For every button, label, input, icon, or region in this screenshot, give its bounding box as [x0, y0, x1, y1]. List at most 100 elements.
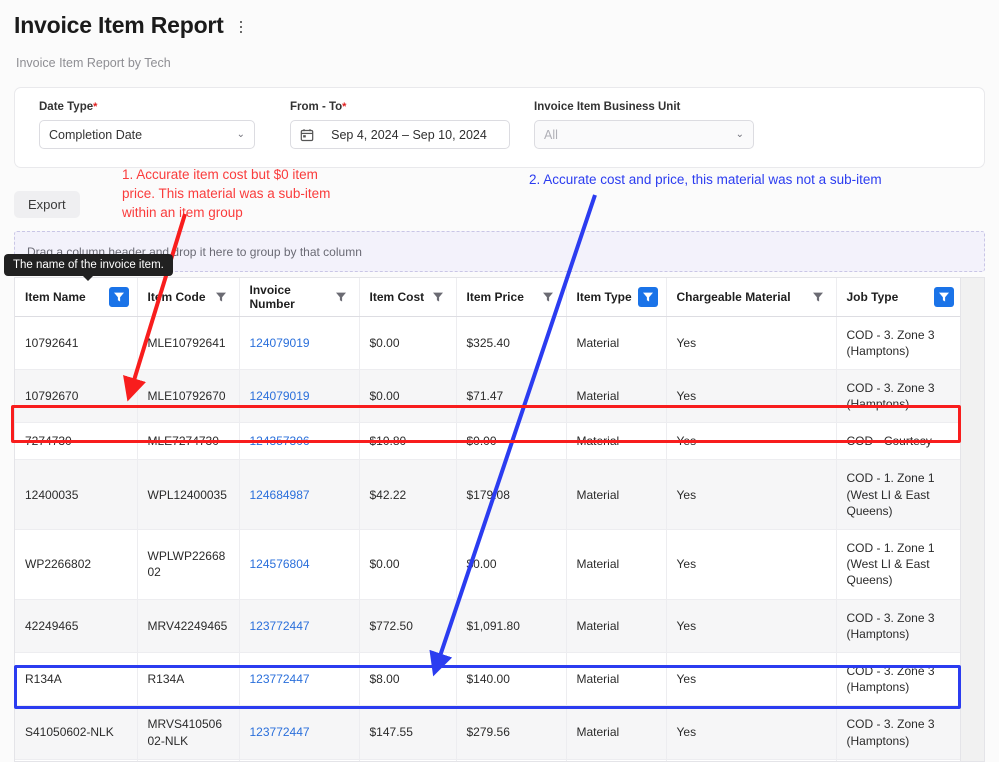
cell-item-code: WPLWP2266802 [137, 529, 240, 600]
from-to-label: From - To* [290, 101, 510, 113]
grid-header-cell[interactable]: Invoice Number [239, 278, 360, 317]
invoice-number-link[interactable]: 124079019 [250, 389, 310, 403]
page-header: Invoice Item Report Invoice Item Report … [0, 0, 999, 70]
table-row[interactable]: 10792641 MLE10792641 124079019 $0.00 $325.40… [15, 316, 963, 370]
page-subtitle: Invoice Item Report by Tech [16, 56, 171, 70]
grid-header-label: Job Type [846, 289, 899, 304]
title-row: Invoice Item Report [14, 12, 999, 39]
cell-item-cost: $0.00 [359, 316, 457, 370]
field-date-type: Date Type* Completion Date ⌄ [39, 101, 255, 149]
grid-header-cell[interactable]: Item Name [15, 278, 138, 317]
cell-item-name: 7274730 [15, 422, 138, 461]
cell-item-code: WPL12400035 [137, 459, 240, 530]
table-row[interactable]: 12400035 WPL12400035 124684987 $42.22 $179.0… [15, 459, 963, 530]
date-type-label: Date Type* [39, 101, 255, 113]
calendar-icon [300, 128, 314, 141]
cell-chargeable-material: Yes [666, 459, 837, 530]
table-row[interactable]: 10792670 MLE10792670 124079019 $0.00 $71.47 M… [15, 369, 963, 424]
cell-item-price: $140.00 [456, 652, 567, 707]
table-row[interactable]: WP2266802 WPLWP2266802 124576804 $0.00 $0.00… [15, 529, 963, 600]
grid-header-cell[interactable]: Item Code [137, 278, 240, 317]
date-range-value: Sep 4, 2024 – Sep 10, 2024 [331, 127, 487, 142]
cell-chargeable-material: Yes [666, 369, 837, 424]
grid-header-row: Item Name Item Code Invoice Number Item Cos… [15, 278, 963, 317]
cell-item-cost: $42.22 [359, 459, 457, 530]
cell-job-type: COD - 1. Zone 1 (West LI & East Queens) [836, 459, 963, 530]
table-row[interactable]: R134A R134A 123772447 $8.00 $140.00 Material Y… [15, 652, 963, 707]
column-filter-icon[interactable] [428, 287, 448, 307]
required-asterisk: * [93, 101, 98, 113]
table-row[interactable]: 42249465 MRV42249465 123772447 $772.50 $1,09… [15, 599, 963, 653]
grid-header-label: Item Price [466, 289, 524, 304]
column-tooltip-text: The name of the invoice item. [13, 259, 164, 271]
cell-item-code: R134A [137, 652, 240, 707]
cell-item-type: Material [566, 599, 667, 653]
cell-item-type: Material [566, 529, 667, 600]
cell-item-price: $279.56 [456, 705, 567, 760]
invoice-number-link[interactable]: 124357306 [250, 434, 310, 448]
column-filter-icon[interactable] [211, 287, 231, 307]
column-filter-icon[interactable] [538, 287, 558, 307]
invoice-number-link[interactable]: 124684987 [250, 488, 310, 502]
grid-body: 10792641 MLE10792641 124079019 $0.00 $325.40… [15, 316, 963, 761]
date-range-picker[interactable]: Sep 4, 2024 – Sep 10, 2024 [290, 120, 510, 149]
cell-invoice-number: 124576804 [239, 529, 360, 600]
cell-item-name: 10792641 [15, 316, 138, 370]
column-filter-icon[interactable] [808, 287, 828, 307]
grid-header-label: Chargeable Material [676, 289, 791, 304]
grid-header-cell[interactable]: Item Price [456, 278, 567, 317]
column-filter-icon[interactable] [108, 286, 129, 307]
cell-invoice-number: 123772447 [239, 705, 360, 760]
column-filter-icon[interactable] [933, 286, 954, 307]
cell-chargeable-material: Yes [666, 599, 837, 653]
cell-item-type: Material [566, 316, 667, 370]
date-type-label-text: Date Type [39, 101, 94, 113]
cell-invoice-number: 124079019 [239, 316, 360, 370]
field-from-to: From - To* Sep 4, 2024 – Sep 10, 2024 [290, 101, 510, 149]
grid-header-label: Item Code [147, 289, 206, 304]
cell-item-type: Material [566, 369, 667, 424]
vertical-scrollbar[interactable] [960, 278, 984, 761]
cell-item-code: MLE10792670 [137, 369, 240, 424]
table-row[interactable]: 7274730 MLE7274730 124357306 $10.80 $0.00 Mat… [15, 422, 963, 461]
business-unit-label-text: Invoice Item Business Unit [534, 101, 681, 113]
grid-header-cell[interactable]: Job Type [836, 278, 963, 317]
chevron-down-icon: ⌄ [735, 128, 744, 140]
from-to-label-text: From - To [290, 101, 343, 113]
column-filter-icon[interactable] [637, 286, 658, 307]
field-business-unit: Invoice Item Business Unit All ⌄ [534, 101, 754, 149]
cell-job-type: COD - Courtesy [836, 422, 963, 461]
invoice-number-link[interactable]: 123772447 [250, 619, 310, 633]
cell-item-name: S41050602-NLK [15, 705, 138, 760]
invoice-number-link[interactable]: 123772447 [250, 725, 310, 739]
cell-item-name: WP2266802 [15, 529, 138, 600]
cell-item-name: R134A [15, 652, 138, 707]
invoice-number-link[interactable]: 124576804 [250, 557, 310, 571]
cell-item-cost: $10.80 [359, 422, 457, 461]
grid-header-label: Item Cost [369, 289, 425, 304]
cell-chargeable-material: Yes [666, 705, 837, 760]
grid-header-cell[interactable]: Item Type [566, 278, 667, 317]
invoice-number-link[interactable]: 124079019 [250, 336, 310, 350]
date-type-value: Completion Date [49, 127, 143, 142]
date-type-select[interactable]: Completion Date ⌄ [39, 120, 255, 149]
export-button[interactable]: Export [14, 191, 80, 218]
grid-header-cell[interactable]: Item Cost [359, 278, 457, 317]
filter-card: Date Type* Completion Date ⌄ From - To* … [14, 87, 985, 168]
cell-item-name: 42249465 [15, 599, 138, 653]
grid-header-label: Item Type [576, 289, 632, 304]
cell-invoice-number: 124079019 [239, 369, 360, 424]
cell-invoice-number: 124684987 [239, 459, 360, 530]
cell-item-type: Material [566, 459, 667, 530]
business-unit-select[interactable]: All ⌄ [534, 120, 754, 149]
annotation-note-2: 2. Accurate cost and price, this materia… [529, 172, 882, 187]
cell-item-cost: $147.55 [359, 705, 457, 760]
table-row[interactable]: S41050602-NLK MRVS41050602-NLK 123772447 $1… [15, 705, 963, 760]
grid-header-cell[interactable]: Chargeable Material [666, 278, 837, 317]
invoice-number-link[interactable]: 123772447 [250, 672, 310, 686]
cell-item-name: 10792670 [15, 369, 138, 424]
more-options-icon[interactable] [234, 17, 249, 38]
column-filter-icon[interactable] [331, 287, 351, 307]
cell-job-type: COD - 3. Zone 3 (Hamptons) [836, 599, 963, 653]
cell-item-price: $179.08 [456, 459, 567, 530]
